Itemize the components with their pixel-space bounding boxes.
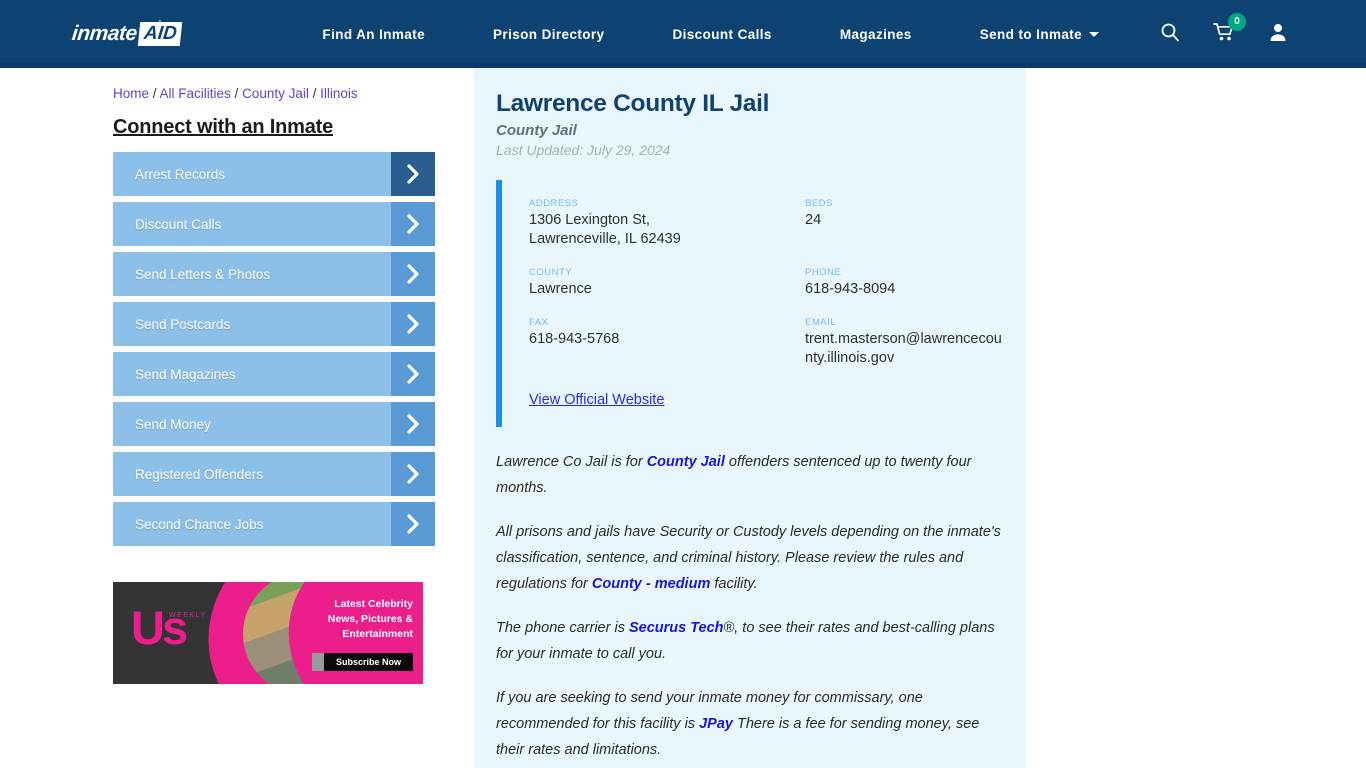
highlighted-term: Securus Tech bbox=[628, 620, 724, 636]
search-icon[interactable] bbox=[1160, 22, 1180, 47]
sidebar-item-label: Second Chance Jobs bbox=[135, 516, 264, 532]
sidebar-item-label: Send Postcards bbox=[135, 316, 231, 332]
cart-count-badge: 0 bbox=[1228, 12, 1246, 31]
info-value: 618-943-5768 bbox=[529, 331, 620, 347]
text-run: facility. bbox=[710, 576, 758, 592]
chevron-right-icon bbox=[391, 302, 435, 346]
nav-item-send-to-inmate[interactable]: Send to Inmate bbox=[946, 27, 1129, 42]
breadcrumb-separator: / bbox=[230, 86, 243, 101]
description-paragraph: The phone carrier is Securus Tech®, to s… bbox=[496, 615, 1004, 667]
info-value: 24 bbox=[805, 212, 822, 228]
last-updated-label: Last Updated: July 29, 2024 bbox=[496, 142, 671, 158]
description-paragraph: All prisons and jails have Security or C… bbox=[496, 519, 1004, 597]
nav-item-magazines[interactable]: Magazines bbox=[806, 27, 946, 42]
logo-wordmark: inmate bbox=[70, 22, 138, 45]
sidebar-item-send-magazines[interactable]: Send Magazines bbox=[113, 352, 435, 396]
chevron-right-icon bbox=[391, 502, 435, 546]
ad-brand-sublabel: WEEKLY bbox=[169, 612, 207, 619]
info-field-email: EMAIL trent.masterson@lawrencecounty.ill… bbox=[805, 317, 1004, 368]
facility-type-label: County Jail bbox=[496, 122, 577, 139]
page-body: Home / All Facilities / County Jail / Il… bbox=[0, 68, 1366, 768]
sidebar-item-discount-calls[interactable]: Discount Calls bbox=[113, 202, 435, 246]
info-value: 1306 Lexington St, Lawrenceville, IL 624… bbox=[529, 212, 681, 247]
sidebar-item-send-letters-photos[interactable]: Send Letters & Photos bbox=[113, 252, 435, 296]
site-logo[interactable]: inmate + AID bbox=[70, 16, 182, 47]
user-account-icon[interactable] bbox=[1268, 22, 1288, 47]
primary-nav: Find An Inmate Prison Directory Discount… bbox=[288, 27, 1129, 42]
sidebar-item-label: Send Letters & Photos bbox=[135, 266, 271, 282]
chevron-right-icon bbox=[391, 202, 435, 246]
info-label: PHONE bbox=[805, 267, 842, 278]
breadcrumb: Home / All Facilities / County Jail / Il… bbox=[113, 86, 456, 101]
info-field-fax: FAX 618-943-5768 bbox=[529, 317, 805, 368]
sidebar-item-label: Arrest Records bbox=[135, 166, 226, 182]
nav-label: Magazines bbox=[839, 26, 912, 42]
chevron-right-icon bbox=[391, 452, 435, 496]
breadcrumb-item-home[interactable]: Home bbox=[113, 86, 149, 101]
facility-info-grid: ADDRESS 1306 Lexington St, Lawrenceville… bbox=[529, 198, 1004, 368]
nav-item-find-an-inmate[interactable]: Find An Inmate bbox=[288, 27, 459, 42]
nav-item-prison-directory[interactable]: Prison Directory bbox=[459, 27, 638, 42]
site-header: inmate + AID Find An Inmate Prison Direc… bbox=[0, 0, 1366, 68]
nav-item-discount-calls[interactable]: Discount Calls bbox=[638, 27, 805, 42]
breadcrumb-item-illinois[interactable]: Illinois bbox=[320, 86, 358, 101]
sidebar-item-send-postcards[interactable]: Send Postcards bbox=[113, 302, 435, 346]
ad-subscribe-button[interactable]: Subscribe Now bbox=[311, 653, 413, 671]
logo-aid-badge: AID bbox=[137, 22, 182, 46]
chevron-right-icon bbox=[391, 152, 435, 196]
sidebar-heading: Connect with an Inmate bbox=[113, 116, 334, 138]
chevron-right-icon bbox=[391, 352, 435, 396]
info-label: BEDS bbox=[805, 198, 833, 209]
sidebar-item-second-chance-jobs[interactable]: Second Chance Jobs bbox=[113, 502, 435, 546]
view-official-website-link[interactable]: View Official Website bbox=[529, 392, 664, 408]
text-run: The phone carrier is bbox=[496, 620, 629, 636]
info-value: trent.masterson@lawrencecounty.illinois.… bbox=[805, 331, 1002, 366]
chevron-right-icon bbox=[391, 402, 435, 446]
facility-info-block: ADDRESS 1306 Lexington St, Lawrenceville… bbox=[496, 180, 1004, 427]
sidebar-item-label: Discount Calls bbox=[135, 216, 222, 232]
highlighted-term: County Jail bbox=[646, 454, 725, 470]
sidebar-item-label: Registered Offenders bbox=[135, 466, 264, 482]
breadcrumb-separator: / bbox=[308, 86, 321, 101]
info-field-address: ADDRESS 1306 Lexington St, Lawrenceville… bbox=[529, 198, 805, 249]
shopping-cart-icon[interactable]: 0 bbox=[1213, 12, 1246, 47]
info-value: Lawrence bbox=[529, 281, 592, 297]
info-field-county: COUNTY Lawrence bbox=[529, 267, 805, 299]
nav-label: Find An Inmate bbox=[322, 26, 426, 42]
info-label: COUNTY bbox=[529, 267, 573, 278]
info-field-phone: PHONE 618-943-8094 bbox=[805, 267, 1004, 299]
chevron-down-icon bbox=[1089, 32, 1100, 38]
text-run: Lawrence Co Jail is for bbox=[496, 454, 647, 470]
facility-description: Lawrence Co Jail is for County Jail offe… bbox=[496, 449, 1004, 763]
nav-label: Discount Calls bbox=[672, 26, 772, 42]
info-label: ADDRESS bbox=[529, 198, 579, 209]
ad-headline: Latest Celebrity News, Pictures & Entert… bbox=[327, 598, 413, 640]
breadcrumb-item-all-facilities[interactable]: All Facilities bbox=[160, 86, 231, 101]
nav-label: Prison Directory bbox=[493, 26, 605, 42]
description-paragraph: Lawrence Co Jail is for County Jail offe… bbox=[496, 449, 1004, 501]
chevron-right-icon bbox=[391, 252, 435, 296]
header-icon-group: 0 bbox=[1160, 12, 1288, 47]
sidebar-item-arrest-records[interactable]: Arrest Records bbox=[113, 152, 435, 196]
sidebar-item-label: Send Money bbox=[135, 416, 211, 432]
page-title: Lawrence County IL Jail bbox=[496, 90, 770, 117]
sidebar-item-registered-offenders[interactable]: Registered Offenders bbox=[113, 452, 435, 496]
info-label: FAX bbox=[529, 317, 549, 328]
breadcrumb-item-county-jail[interactable]: County Jail bbox=[242, 86, 309, 101]
breadcrumb-separator: / bbox=[149, 86, 160, 101]
nav-label: Send to Inmate bbox=[979, 26, 1083, 42]
advertisement-banner[interactable]: Us WEEKLY Latest Celebrity News, Picture… bbox=[113, 582, 423, 684]
highlighted-term: County - medium bbox=[591, 576, 711, 592]
sidebar: Home / All Facilities / County Jail / Il… bbox=[113, 68, 456, 768]
facility-detail-card: Lawrence County IL Jail County Jail Last… bbox=[474, 68, 1026, 768]
description-paragraph: If you are seeking to send your inmate m… bbox=[496, 685, 1004, 763]
info-value: 618-943-8094 bbox=[805, 281, 896, 297]
highlighted-term: JPay bbox=[699, 716, 733, 732]
sidebar-item-send-money[interactable]: Send Money bbox=[113, 402, 435, 446]
info-field-beds: BEDS 24 bbox=[805, 198, 1004, 249]
sidebar-item-label: Send Magazines bbox=[135, 366, 236, 382]
info-label: EMAIL bbox=[805, 317, 837, 328]
